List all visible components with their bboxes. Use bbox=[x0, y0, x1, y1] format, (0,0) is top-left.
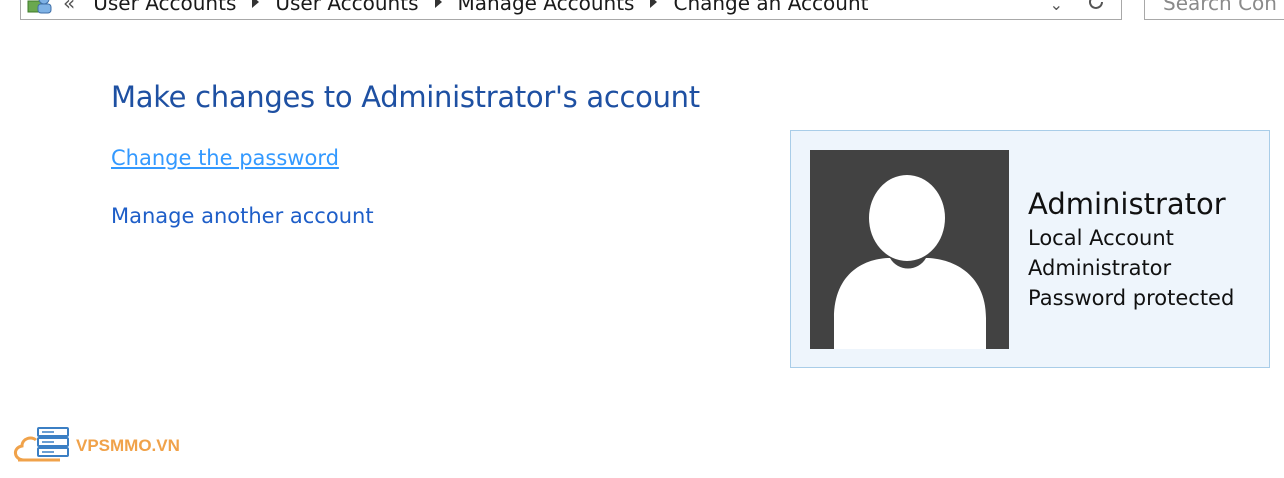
address-bar[interactable]: « User Accounts User Accounts Manage Acc… bbox=[20, 0, 1122, 20]
avatar bbox=[810, 150, 1009, 349]
breadcrumb-change-account[interactable]: Change an Account bbox=[673, 0, 868, 15]
page-title: Make changes to Administrator's account bbox=[111, 80, 700, 114]
manage-another-account-link[interactable]: Manage another account bbox=[111, 204, 374, 228]
breadcrumb-overflow-icon[interactable]: « bbox=[63, 0, 75, 15]
user-silhouette-icon bbox=[834, 175, 986, 349]
account-info: Administrator Local Account Administrato… bbox=[1028, 185, 1234, 313]
breadcrumb-separator-icon[interactable] bbox=[252, 0, 260, 8]
account-card: Administrator Local Account Administrato… bbox=[790, 130, 1270, 368]
breadcrumb-user-accounts-1[interactable]: User Accounts bbox=[93, 0, 236, 15]
breadcrumb-manage-accounts[interactable]: Manage Accounts bbox=[458, 0, 635, 15]
account-name: Administrator bbox=[1028, 187, 1226, 221]
account-password-status: Password protected bbox=[1028, 286, 1235, 310]
search-input[interactable] bbox=[1145, 0, 1284, 19]
refresh-icon[interactable] bbox=[1085, 0, 1107, 13]
cloud-server-icon bbox=[14, 427, 69, 462]
address-history-dropdown-icon[interactable]: ⌄ bbox=[1050, 0, 1063, 14]
breadcrumb-separator-icon[interactable] bbox=[650, 0, 658, 8]
breadcrumb-user-accounts-2[interactable]: User Accounts bbox=[275, 0, 418, 15]
account-role: Administrator bbox=[1028, 256, 1172, 280]
account-type: Local Account bbox=[1028, 226, 1174, 250]
watermark-logo: VPSMMO.VN bbox=[10, 426, 180, 466]
change-password-link[interactable]: Change the password bbox=[111, 146, 339, 170]
watermark-text: VPSMMO.VN bbox=[76, 436, 180, 455]
breadcrumb-separator-icon[interactable] bbox=[434, 0, 442, 8]
user-accounts-icon bbox=[27, 0, 52, 14]
search-box[interactable] bbox=[1144, 0, 1284, 20]
